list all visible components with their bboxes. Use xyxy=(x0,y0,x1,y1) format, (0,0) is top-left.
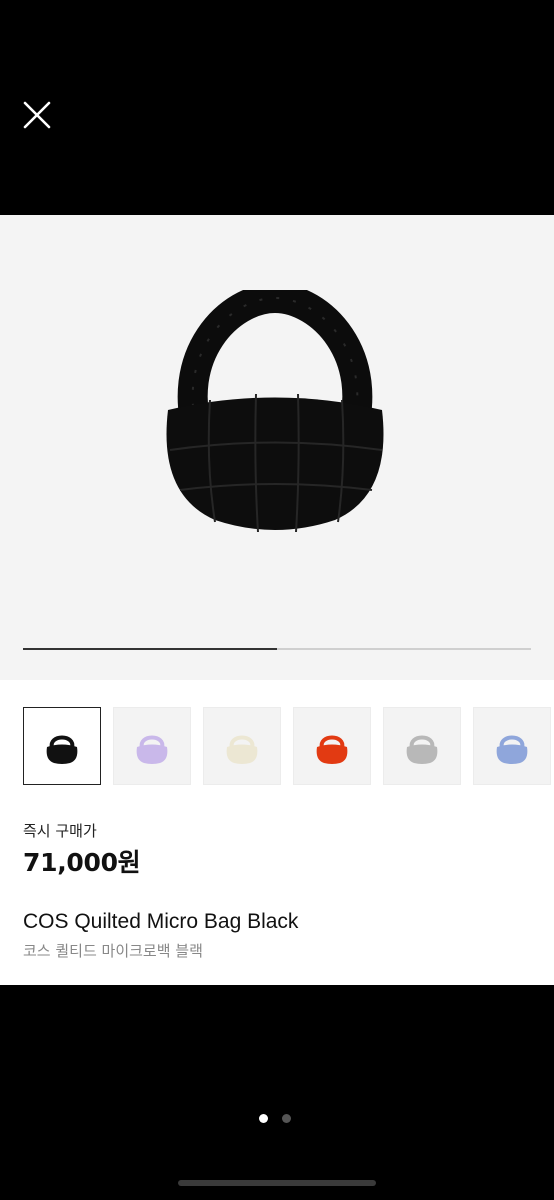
close-button[interactable] xyxy=(20,98,54,132)
color-thumbnail[interactable] xyxy=(293,707,371,785)
product-name-korean: 코스 퀼티드 마이크로백 블랙 xyxy=(23,942,203,960)
color-thumbnail[interactable] xyxy=(203,707,281,785)
product-sheet: 즉시 구매가 71,000원 COS Quilted Micro Bag Bla… xyxy=(0,215,554,985)
price: 71,000원 xyxy=(23,848,141,877)
page-dot[interactable] xyxy=(259,1114,268,1123)
bag-icon xyxy=(316,735,348,764)
bag-icon xyxy=(226,735,258,764)
page-dot[interactable] xyxy=(282,1114,291,1123)
gallery-progress-fill xyxy=(23,648,277,650)
color-thumbnail[interactable] xyxy=(473,707,551,785)
page-indicator xyxy=(259,1114,291,1123)
bag-icon xyxy=(46,735,78,764)
price-label: 즉시 구매가 xyxy=(23,822,97,840)
color-thumbnail[interactable] xyxy=(383,707,461,785)
color-thumbnail[interactable] xyxy=(113,707,191,785)
product-name: COS Quilted Micro Bag Black xyxy=(23,910,299,933)
color-thumbnail[interactable] xyxy=(23,707,101,785)
product-image-gallery[interactable] xyxy=(0,215,554,680)
bag-icon xyxy=(406,735,438,764)
color-thumbnail-list xyxy=(23,707,554,787)
product-image xyxy=(166,290,384,533)
gallery-progress-track xyxy=(23,648,531,650)
home-indicator[interactable] xyxy=(178,1180,376,1186)
bag-icon xyxy=(496,735,528,764)
bag-icon xyxy=(136,735,168,764)
close-icon xyxy=(23,101,51,129)
